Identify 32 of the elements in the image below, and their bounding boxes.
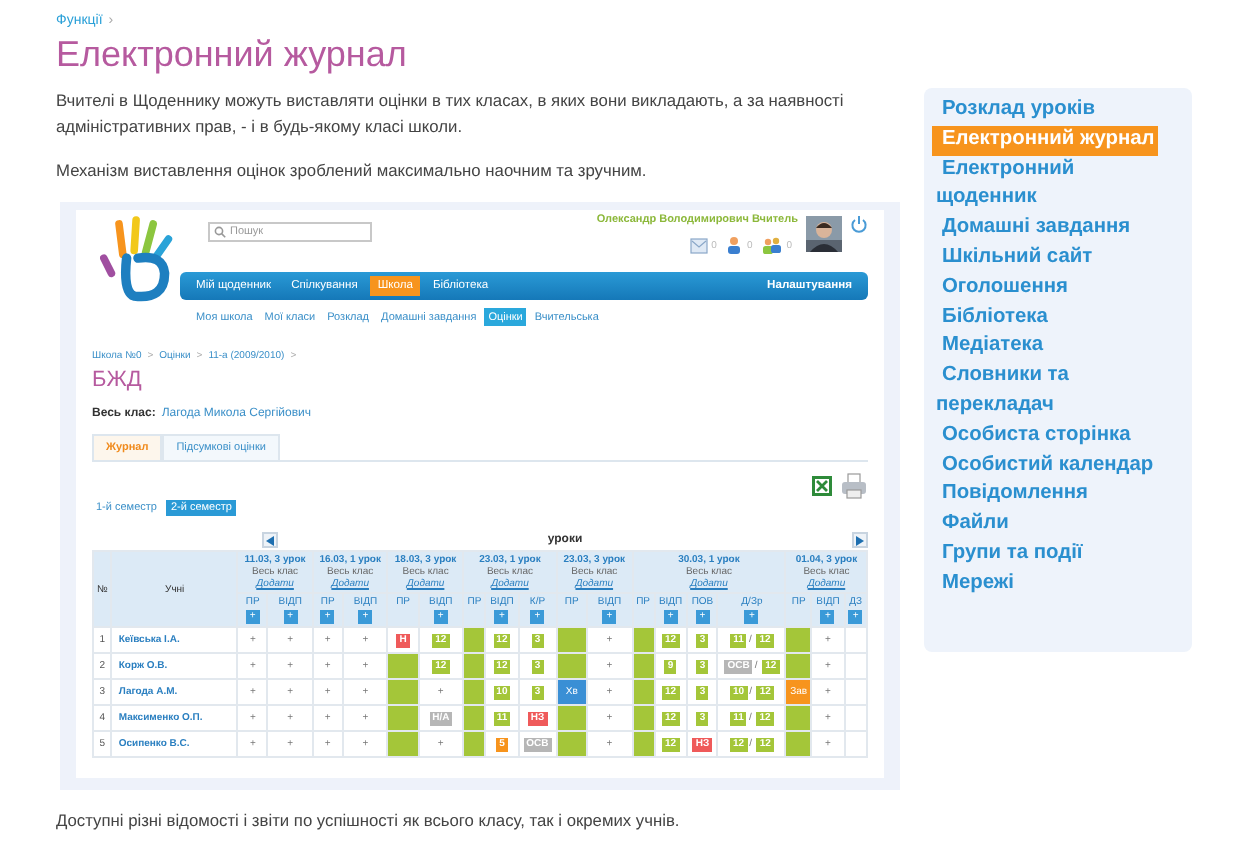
sidebar-item[interactable]: Особистий календар [932,451,1158,481]
subject-title: БЖД [92,368,144,392]
next-button[interactable] [852,532,868,548]
right-arrow-icon [856,535,864,545]
sidebar-item[interactable]: Групи та події [932,539,1087,570]
previous-button[interactable] [262,532,278,548]
envelope-icon[interactable] [689,237,708,253]
people-icon[interactable] [762,236,783,254]
sidebar-item[interactable]: Оголошення [932,273,1072,304]
sidebar-item[interactable]: Мережі [932,569,1018,600]
sidebar-item[interactable]: Бібліотека [932,303,1052,333]
left-arrow-icon [266,535,274,545]
sidebar-item[interactable]: Електронний журнал [932,125,1159,156]
page-title: Електронний журнал [56,34,409,76]
sidebar-item[interactable]: Повідомлення [932,480,1092,511]
sidebar-item[interactable]: Домашні завдання [932,214,1135,244]
sidebar-item[interactable]: Електронний щоденник [932,155,1180,215]
sidebar-item[interactable]: Особиста сторінка [932,421,1135,452]
printer-icon[interactable] [840,472,868,500]
power-icon[interactable] [850,214,868,234]
sidebar-item[interactable]: Медіатека [932,332,1048,363]
paragraph: Механізм виставлення оцінок зроблений максимально наочним та зручним. [56,158,649,184]
paragraph: Доступні різні відомості і звіти по успішності як всього класу, так і окремих учнів. [56,808,682,834]
sidebar-item[interactable]: Шкільний сайт [932,243,1097,274]
hand-logo-drawing [100,216,176,304]
spreadsheet-icon[interactable] [810,474,834,498]
sidebar-item[interactable]: Розклад уроків [932,96,1100,126]
sidebar-item[interactable]: Файли [932,510,1013,540]
sidebar-item[interactable]: Словники та перекладач [932,362,1180,422]
person-icon[interactable] [726,236,743,254]
paragraph: Вчителі в Щоденнику можуть виставляти оцінки в тих класах, в яких вони викладають, а за наявності адміністративних прав, - і в будь-якому класі школи. [56,88,846,140]
search-icon [214,226,226,238]
